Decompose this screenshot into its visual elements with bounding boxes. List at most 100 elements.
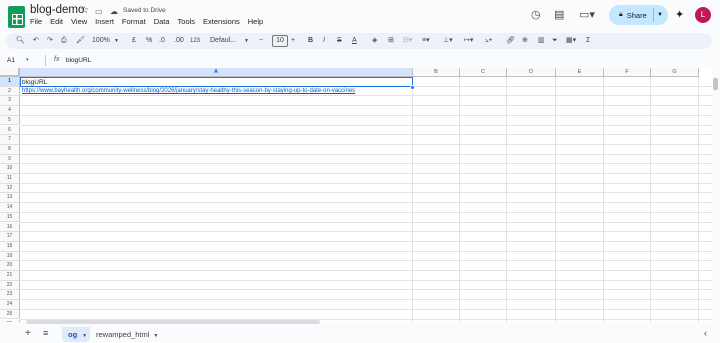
star-icon[interactable]: ☆ [80,5,89,17]
row-header-1[interactable]: 1 [0,77,20,87]
row-header-13[interactable]: 13 [0,193,20,204]
row-header-2[interactable]: 2 [0,86,20,97]
row-header-18[interactable]: 18 [0,241,20,252]
row-header-23[interactable]: 23 [0,290,20,301]
menu-file[interactable]: File [30,17,42,26]
row-header-22[interactable]: 22 [0,280,20,291]
column-header-c[interactable]: C [460,68,507,77]
name-box[interactable]: A1 [7,57,15,64]
document-title[interactable]: blog-demo [30,4,84,16]
sheet-tab-og[interactable]: og ▼ [62,327,90,342]
share-dropdown-icon[interactable]: ▼ [657,12,663,18]
filter-views-icon[interactable]: ▦▾ [566,37,576,45]
decrease-decimal-button[interactable]: .0 [159,37,165,45]
column-header-f[interactable]: F [604,68,651,77]
row-header-9[interactable]: 9 [0,154,20,165]
percent-format-button[interactable]: % [146,37,152,45]
cell-a2-link[interactable]: https://www.bayhealth.org/community-well… [22,88,355,94]
select-all-corner[interactable] [0,68,20,77]
menu-help[interactable]: Help [248,17,263,26]
comments-icon[interactable]: ▤ [554,8,564,21]
sheet-grid[interactable]: A B C D E F G 1 2 3 4 5 6 7 8 9 10 11 12 13 14 15 16 17 18 19 20 21… [0,68,712,322]
font-select[interactable]: Defaul... [210,37,236,45]
sheets-logo-icon[interactable] [8,6,25,28]
borders-icon[interactable]: ⊞ [388,37,394,45]
insert-link-icon[interactable]: 🔗︎ [506,37,515,45]
italic-button[interactable]: I [323,37,325,45]
bold-button[interactable]: B [308,37,313,45]
horizontal-scrollbar[interactable] [26,320,320,324]
avatar[interactable]: L [695,7,711,23]
fill-handle[interactable] [410,85,415,90]
vertical-scrollbar[interactable] [713,78,718,90]
search-menus-icon[interactable]: 🔍︎ [16,37,25,45]
fill-color-icon[interactable]: ◈ [372,37,377,45]
increase-decimal-button[interactable]: .00 [174,37,184,45]
strikethrough-button[interactable]: S [337,37,342,45]
row-header-6[interactable]: 6 [0,125,20,136]
horizontal-align-icon[interactable]: ≡▾ [422,37,430,45]
menu-format[interactable]: Format [122,17,146,26]
column-header-a[interactable]: A [20,68,413,77]
name-box-dropdown-icon[interactable]: ▾ [26,57,29,63]
text-wrapping-icon[interactable]: ↦▾ [464,37,473,45]
row-header-8[interactable]: 8 [0,144,20,155]
menu-tools[interactable]: Tools [178,17,196,26]
column-header-e[interactable]: E [556,68,604,77]
row-header-5[interactable]: 5 [0,115,20,126]
currency-format-button[interactable]: £ [132,37,136,45]
chevron-down-icon[interactable]: ▼ [82,333,87,339]
decrease-font-size-button[interactable]: − [259,37,263,45]
column-header-b[interactable]: B [413,68,460,77]
functions-icon[interactable]: Σ [586,37,590,45]
zoom-dropdown-icon[interactable]: ▼ [114,37,119,45]
row-header-4[interactable]: 4 [0,106,20,116]
increase-font-size-button[interactable]: + [291,37,295,45]
menu-edit[interactable]: Edit [50,17,63,26]
row-header-11[interactable]: 11 [0,174,20,184]
filter-icon[interactable]: ⏷ [552,37,558,45]
undo-icon[interactable]: ↶ [33,37,39,45]
zoom-select[interactable]: 100% [92,37,110,45]
meet-icon[interactable]: ▭▾ [579,8,595,21]
row-header-21[interactable]: 21 [0,271,20,281]
row-header-14[interactable]: 14 [0,203,20,213]
row-header-25[interactable]: 25 [0,309,20,320]
column-header-g[interactable]: G [651,68,699,77]
version-history-icon[interactable]: ◷ [531,8,541,21]
row-header-17[interactable]: 17 [0,232,20,242]
formula-input[interactable]: blogURL [66,57,91,64]
gemini-icon[interactable]: ✦ [675,8,684,21]
menu-insert[interactable]: Insert [95,17,114,26]
font-dropdown-icon[interactable]: ▼ [244,37,249,45]
row-header-26[interactable]: 26 [0,319,20,322]
add-sheet-icon[interactable]: + [25,328,31,339]
menu-data[interactable]: Data [154,17,170,26]
text-color-button[interactable]: A [352,37,357,45]
redo-icon[interactable]: ↷ [47,37,53,45]
row-header-10[interactable]: 10 [0,164,20,174]
paint-format-icon[interactable]: 🖌︎ [76,37,85,45]
row-header-24[interactable]: 24 [0,300,20,310]
row-header-19[interactable]: 19 [0,251,20,262]
all-sheets-icon[interactable]: ≡ [43,328,48,338]
menu-extensions[interactable]: Extensions [203,17,240,26]
insert-chart-icon[interactable]: ▥ [538,37,545,45]
print-icon[interactable]: ⎙ [61,37,67,45]
number-format-button[interactable]: 123 [190,37,200,45]
column-header-d[interactable]: D [507,68,556,77]
merge-cells-icon[interactable]: ⊟▾ [403,37,412,45]
sheet-tab-rewamped-html[interactable]: rewamped_html ▼ [96,327,158,342]
chevron-down-icon[interactable]: ▼ [153,333,158,339]
share-button[interactable]: 🔒︎ Share ▼ [609,5,668,25]
row-header-7[interactable]: 7 [0,135,20,145]
row-header-15[interactable]: 15 [0,212,20,223]
menu-view[interactable]: View [71,17,87,26]
insert-comment-icon[interactable]: ⊕ [522,37,528,45]
row-header-20[interactable]: 20 [0,261,20,271]
text-rotation-icon[interactable]: ⦣▾ [485,37,492,45]
vertical-align-icon[interactable]: ⊥▾ [443,37,453,45]
collapse-side-panel-icon[interactable]: ‹ [704,328,707,338]
row-header-12[interactable]: 12 [0,183,20,194]
row-header-3[interactable]: 3 [0,96,20,107]
